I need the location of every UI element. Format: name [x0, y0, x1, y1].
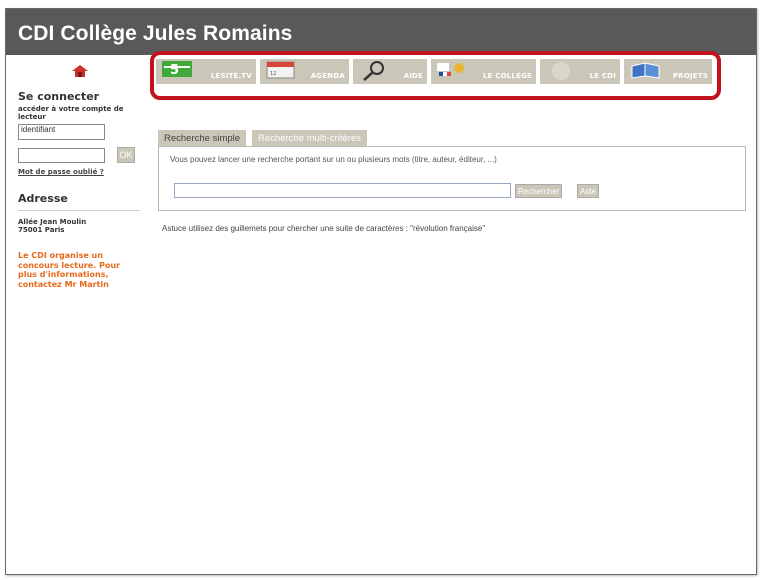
book-icon: [630, 60, 662, 85]
login-title: Se connecter: [18, 90, 100, 103]
nav-label-lesite-tv: LESITE.TV: [210, 72, 252, 80]
nav-item-le-college[interactable]: LE COLLEGE: [431, 59, 536, 84]
site-header: CDI Collège Jules Romains: [6, 9, 756, 55]
address-title: Adresse: [18, 192, 68, 205]
address-street: Allée Jean Moulin: [18, 218, 87, 226]
nav-item-agenda[interactable]: 12 AGENDA: [260, 59, 349, 84]
browser-frame: CDI Collège Jules Romains 5 LESITE.TV 12: [5, 8, 757, 575]
search-panel: Vous pouvez lancer une recherche portant…: [158, 146, 746, 211]
nav-item-projets[interactable]: PROJETS: [624, 59, 712, 84]
nav-item-lesite-tv[interactable]: 5 LESITE.TV: [156, 59, 256, 84]
svg-text:5: 5: [170, 63, 179, 78]
nav-label-le-college: LE COLLEGE: [483, 72, 532, 80]
search-tip: Astuce utilisez des guillemets pour cher…: [162, 224, 486, 233]
nav-label-agenda: AGENDA: [310, 72, 345, 80]
news-announcement: Le CDI organise un concours lecture. Pou…: [18, 251, 120, 289]
login-subtitle: accéder à votre compte de lecteur: [18, 105, 124, 121]
password-field[interactable]: [18, 148, 105, 163]
nav-label-projets: PROJETS: [672, 72, 708, 80]
nav-label-aide: AIDE: [403, 72, 423, 80]
ok-button[interactable]: OK: [117, 147, 135, 163]
svg-text:12: 12: [270, 71, 276, 77]
search-button[interactable]: Rechercher: [515, 184, 563, 198]
help-button[interactable]: Aide: [577, 184, 600, 198]
username-field[interactable]: identifiant: [18, 124, 105, 140]
nav-item-le-cdi[interactable]: LE CDI: [540, 59, 620, 84]
home-icon[interactable]: [71, 64, 89, 83]
site-title: CDI Collège Jules Romains: [18, 22, 293, 45]
magnifier-icon: [359, 60, 389, 87]
main-nav: 5 LESITE.TV 12 AGENDA AIDE LE COLLEGE LE…: [156, 59, 712, 84]
tab-simple-search[interactable]: Recherche simple: [158, 130, 247, 146]
nav-item-aide[interactable]: AIDE: [353, 59, 427, 84]
college-logo-icon: [437, 60, 467, 85]
search-input[interactable]: [174, 183, 511, 198]
search-tabs: Recherche simple Recherche multi-critère…: [158, 130, 367, 146]
tab-multi-criteria-search[interactable]: Recherche multi-critères: [252, 130, 367, 146]
cdi-icon: [546, 60, 576, 87]
calendar-icon: 12: [266, 60, 296, 85]
nav-label-le-cdi: LE CDI: [589, 72, 616, 80]
address-city: 75001 Paris: [18, 226, 65, 234]
divider: [18, 210, 140, 211]
search-hint: Vous pouvez lancer une recherche portant…: [170, 155, 497, 164]
forgot-password-link[interactable]: Mot de passe oublié ?: [18, 168, 104, 176]
lesite-tv-icon: 5: [162, 60, 196, 83]
